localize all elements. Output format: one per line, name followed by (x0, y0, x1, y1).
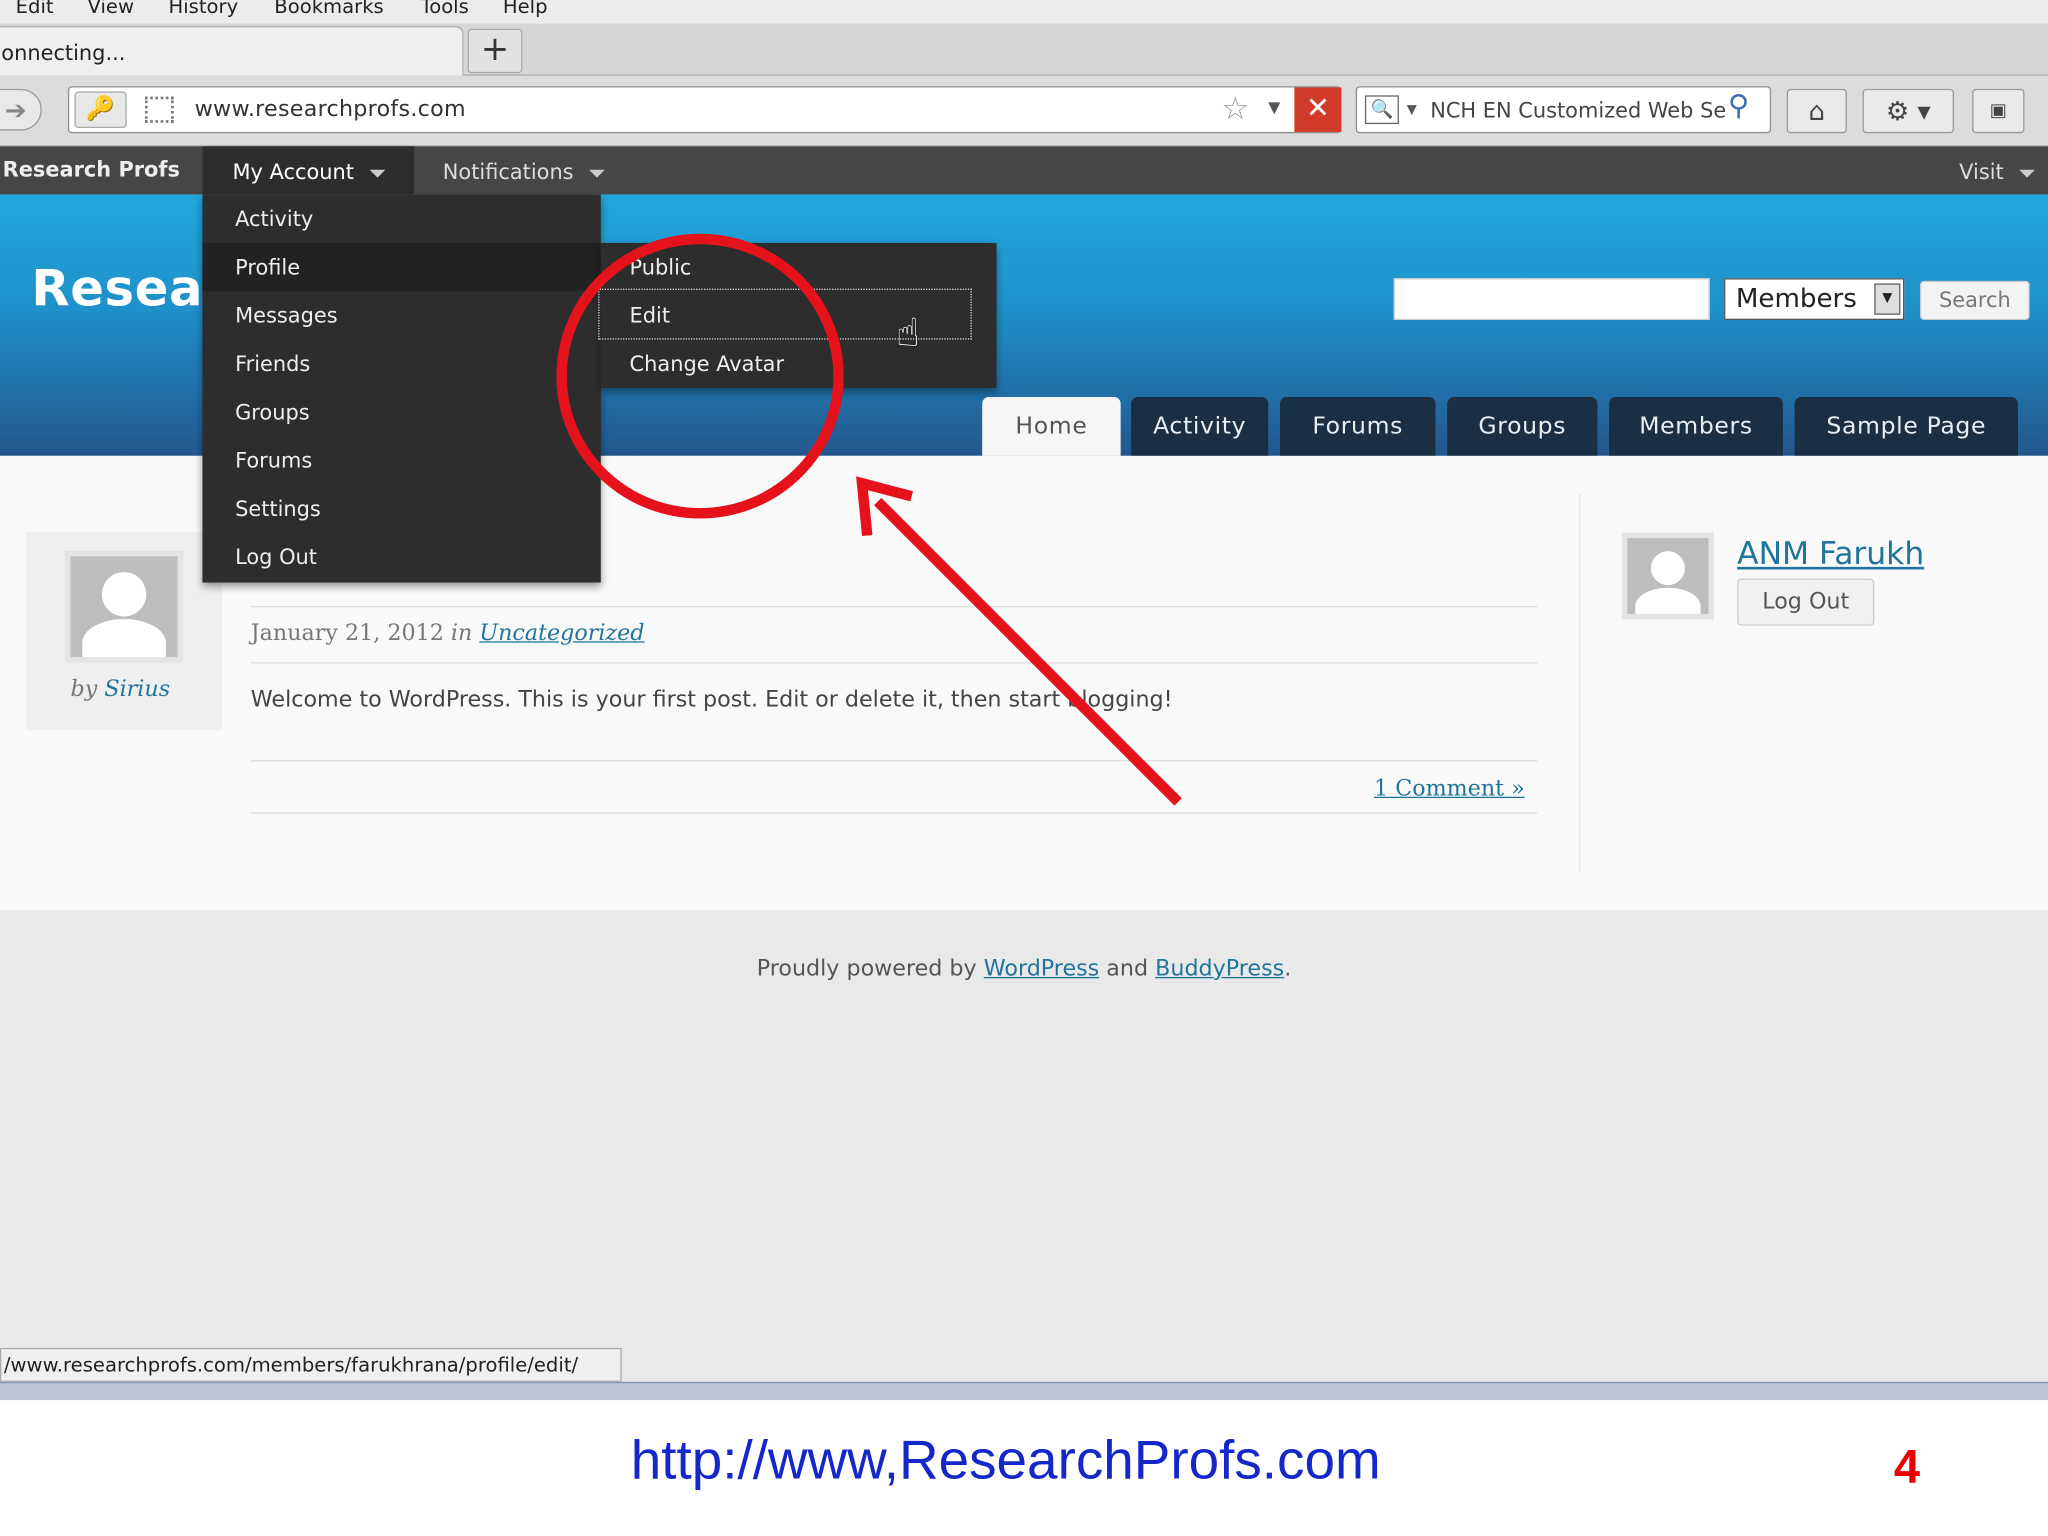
post-byline: by Sirius (71, 677, 171, 703)
menu-edit[interactable]: Edit (16, 0, 54, 18)
magnifier-icon[interactable]: ⚲ (1728, 90, 1749, 123)
by-label: by (70, 676, 98, 703)
footer-credits: Proudly powered by WordPress and BuddyPr… (0, 956, 2048, 982)
browser-menu-bar: Edit View History Bookmarks Tools Help (0, 0, 2048, 24)
author-link[interactable]: Sirius (104, 677, 170, 703)
tab-sample-page[interactable]: Sample Page (1794, 397, 2018, 456)
menu-bookmarks[interactable]: Bookmarks (274, 0, 383, 18)
slide-page-number: 4 (1893, 1439, 1921, 1493)
site-search-input[interactable] (1393, 278, 1710, 320)
tab-title: onnecting... (1, 40, 126, 66)
footer-suffix: . (1284, 956, 1292, 983)
tab-groups[interactable]: Groups (1447, 397, 1598, 456)
sidebar-logout-button[interactable]: Log Out (1737, 578, 1875, 626)
extension-button[interactable]: ▣ (1972, 88, 2025, 134)
footer-and: and (1106, 956, 1149, 983)
addon-button[interactable]: ⚙ ▾ (1862, 88, 1954, 134)
tab-forums[interactable]: Forums (1279, 397, 1436, 456)
close-icon: ✕ (1305, 92, 1330, 126)
caret-down-icon (589, 169, 605, 177)
caret-down-icon (2019, 169, 2036, 177)
my-account-label: My Account (232, 159, 354, 185)
os-taskbar[interactable] (0, 1381, 2048, 1401)
category-link[interactable]: Uncategorized (479, 620, 644, 646)
comments-link[interactable]: 1 Comment » (1374, 776, 1525, 802)
url-text[interactable]: www.researchprofs.com (195, 97, 466, 123)
menu-item-groups[interactable]: Groups (202, 388, 600, 436)
tab-home[interactable]: Home (982, 397, 1121, 456)
browser-status-bar: /www.researchprofs.com/members/farukhran… (0, 1347, 622, 1382)
in-label: in (450, 620, 473, 647)
search-engine-icon[interactable]: 🔍 (1364, 95, 1399, 125)
menu-item-profile[interactable]: Profile (202, 242, 601, 292)
arrow-right-icon: ➔ (4, 94, 27, 126)
wp-admin-bar: Research Profs My Account Notifications … (0, 146, 2048, 195)
submenu-item-change-avatar[interactable]: Change Avatar (601, 340, 997, 388)
search-scope-select[interactable]: Members ▼ (1724, 278, 1905, 320)
my-account-menu[interactable]: My Account (202, 146, 415, 195)
browser-nav-bar: ➔ 🔑 www.researchprofs.com ☆ ▼ ✕ 🔍 ▼ NCH … (0, 75, 2048, 147)
search-scope-value: Members (1735, 282, 1857, 314)
caret-down-icon (369, 169, 386, 177)
slide-footer: http://www,ResearchProfs.com 4 (0, 1400, 2048, 1536)
post-content: Welcome to WordPress. This is your first… (250, 687, 1173, 714)
footer-prefix: Proudly powered by (756, 956, 977, 983)
wordpress-link[interactable]: WordPress (984, 956, 1100, 982)
post-meta: January 21, 2012 in Uncategorized (251, 620, 645, 646)
divider (250, 760, 1538, 762)
divider (250, 606, 1538, 608)
sidebar-divider (1579, 493, 1581, 873)
buddypress-link[interactable]: BuddyPress (1155, 956, 1284, 982)
submenu-item-public[interactable]: Public (601, 243, 997, 291)
menu-history[interactable]: History (168, 0, 238, 18)
visit-label: Visit (1959, 159, 2004, 185)
menu-item-logout[interactable]: Log Out (202, 533, 600, 581)
menu-item-forums[interactable]: Forums (202, 436, 600, 484)
menu-item-settings[interactable]: Settings (202, 485, 600, 533)
browser-tab[interactable]: onnecting... (0, 26, 464, 76)
hand-cursor-icon: ☝ (895, 310, 920, 357)
user-name-link[interactable]: ANM Farukh (1737, 536, 1924, 573)
chevron-down-icon[interactable]: ▼ (1407, 103, 1417, 117)
menu-item-messages[interactable]: Messages (202, 291, 600, 339)
forward-button[interactable]: ➔ (0, 88, 42, 131)
chevron-down-icon[interactable]: ▼ (1268, 98, 1280, 116)
site-title[interactable]: Resear (31, 260, 228, 317)
home-icon: ⌂ (1808, 95, 1826, 127)
new-tab-button[interactable]: + (467, 28, 523, 74)
visit-menu[interactable]: Visit (1959, 159, 2036, 185)
menu-view[interactable]: View (88, 0, 135, 18)
divider (250, 662, 1538, 664)
site-identity-key-icon[interactable]: 🔑 (74, 91, 127, 128)
my-account-dropdown: Activity Profile Messages Friends Groups… (202, 194, 601, 583)
browser-tab-strip: onnecting... + (0, 23, 2048, 76)
menu-item-friends[interactable]: Friends (202, 340, 600, 388)
slide-url: http://www,ResearchProfs.com (630, 1428, 1381, 1491)
bookmark-star-icon[interactable]: ☆ (1221, 90, 1249, 127)
divider (250, 812, 1538, 814)
addon-icon: ⚙ ▾ (1885, 95, 1931, 127)
home-button[interactable]: ⌂ (1786, 88, 1847, 134)
user-avatar[interactable] (1622, 532, 1714, 620)
author-avatar[interactable] (65, 551, 183, 663)
page-icon (144, 96, 174, 123)
admin-bar-brand[interactable]: Research Profs (3, 157, 180, 182)
search-input[interactable]: NCH EN Customized Web Sea (1430, 98, 1725, 123)
tab-members[interactable]: Members (1609, 397, 1783, 456)
menu-tools[interactable]: Tools (421, 0, 469, 18)
menu-help[interactable]: Help (503, 0, 548, 18)
window-icon: ▣ (1989, 100, 2007, 122)
menu-item-activity[interactable]: Activity (202, 195, 600, 243)
web-search-box[interactable]: 🔍 ▼ NCH EN Customized Web Sea ⚲ (1355, 86, 1772, 134)
post-date: January 21, 2012 (250, 620, 444, 647)
notifications-menu[interactable]: Notifications (443, 159, 605, 184)
address-bar[interactable]: 🔑 www.researchprofs.com ☆ ▼ ✕ (67, 86, 1342, 134)
site-search-button[interactable]: Search (1919, 280, 2030, 320)
site-footer: Proudly powered by WordPress and BuddyPr… (0, 910, 2048, 1355)
stop-button[interactable]: ✕ (1294, 87, 1342, 132)
tab-activity[interactable]: Activity (1131, 397, 1269, 456)
chevron-down-icon: ▼ (1874, 283, 1901, 315)
notifications-label: Notifications (442, 159, 574, 185)
